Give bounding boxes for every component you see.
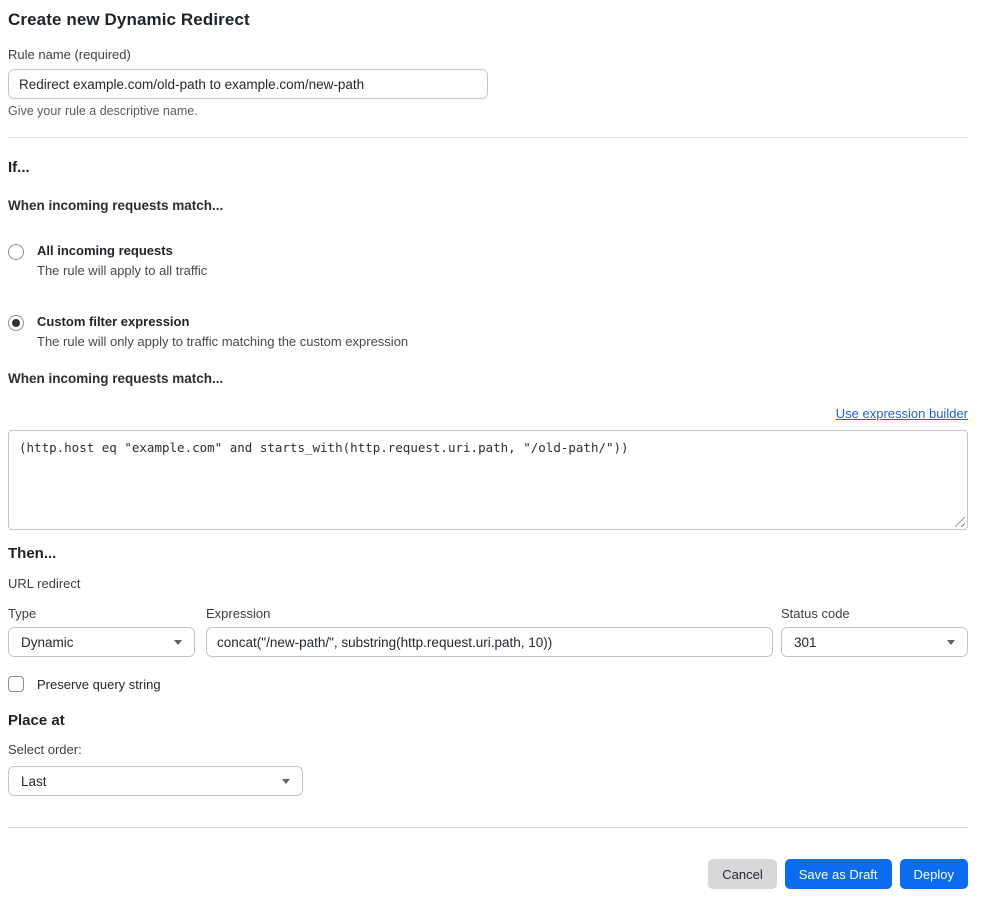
rule-name-helper: Give your rule a descriptive name. bbox=[8, 104, 198, 118]
chevron-down-icon bbox=[947, 639, 955, 645]
order-select-value: Last bbox=[21, 773, 47, 789]
radio-option-all-requests[interactable]: All incoming requests The rule will appl… bbox=[8, 243, 968, 278]
expression-input[interactable] bbox=[206, 627, 773, 657]
cancel-button[interactable]: Cancel bbox=[708, 859, 777, 889]
if-heading: If... bbox=[8, 159, 30, 176]
builder-link-row: Use expression builder bbox=[8, 406, 968, 421]
radio-all-requests-label[interactable]: All incoming requests bbox=[37, 243, 207, 258]
use-expression-builder-link[interactable]: Use expression builder bbox=[836, 406, 968, 421]
type-select-value: Dynamic bbox=[21, 634, 74, 650]
radio-custom-filter[interactable] bbox=[8, 315, 24, 331]
radio-custom-filter-label[interactable]: Custom filter expression bbox=[37, 314, 408, 329]
deploy-button[interactable]: Deploy bbox=[899, 859, 968, 889]
status-code-select-value: 301 bbox=[794, 634, 817, 650]
footer-divider bbox=[8, 827, 968, 828]
radio-all-requests-description: The rule will apply to all traffic bbox=[37, 263, 208, 278]
expression-label: Expression bbox=[206, 606, 271, 621]
order-select[interactable]: Last bbox=[8, 766, 303, 796]
section-divider bbox=[8, 137, 968, 138]
then-heading: Then... bbox=[8, 545, 57, 562]
incoming-match-heading: When incoming requests match... bbox=[8, 198, 224, 213]
chevron-down-icon bbox=[174, 639, 182, 645]
page-title: Create new Dynamic Redirect bbox=[8, 10, 250, 29]
status-code-select[interactable]: 301 bbox=[781, 627, 968, 657]
footer-actions: Cancel Save as Draft Deploy bbox=[8, 859, 968, 889]
preserve-query-checkbox[interactable] bbox=[8, 676, 24, 692]
redirect-fields-row: Type Dynamic Expression Status code 301 bbox=[8, 606, 968, 657]
save-as-draft-button[interactable]: Save as Draft bbox=[784, 859, 892, 889]
rule-name-label: Rule name (required) bbox=[8, 47, 131, 62]
radio-custom-filter-description: The rule will only apply to traffic matc… bbox=[37, 334, 409, 349]
radio-option-custom-filter[interactable]: Custom filter expression The rule will o… bbox=[8, 314, 968, 349]
filter-expression-textarea[interactable]: (http.host eq "example.com" and starts_w… bbox=[8, 430, 968, 530]
type-select[interactable]: Dynamic bbox=[8, 627, 195, 657]
chevron-down-icon bbox=[282, 778, 290, 784]
url-redirect-subtitle: URL redirect bbox=[8, 576, 81, 591]
rule-name-input[interactable] bbox=[8, 69, 488, 99]
preserve-query-row[interactable]: Preserve query string bbox=[8, 676, 968, 692]
expression-match-heading: When incoming requests match... bbox=[8, 371, 224, 386]
place-at-heading: Place at bbox=[8, 712, 65, 729]
create-redirect-form: Create new Dynamic Redirect Rule name (r… bbox=[8, 10, 968, 889]
radio-all-requests[interactable] bbox=[8, 244, 24, 260]
select-order-label: Select order: bbox=[8, 742, 82, 757]
type-label: Type bbox=[8, 606, 37, 621]
preserve-query-label[interactable]: Preserve query string bbox=[37, 677, 161, 692]
filter-expression-area: (http.host eq "example.com" and starts_w… bbox=[8, 430, 968, 533]
status-code-label: Status code bbox=[781, 606, 850, 621]
